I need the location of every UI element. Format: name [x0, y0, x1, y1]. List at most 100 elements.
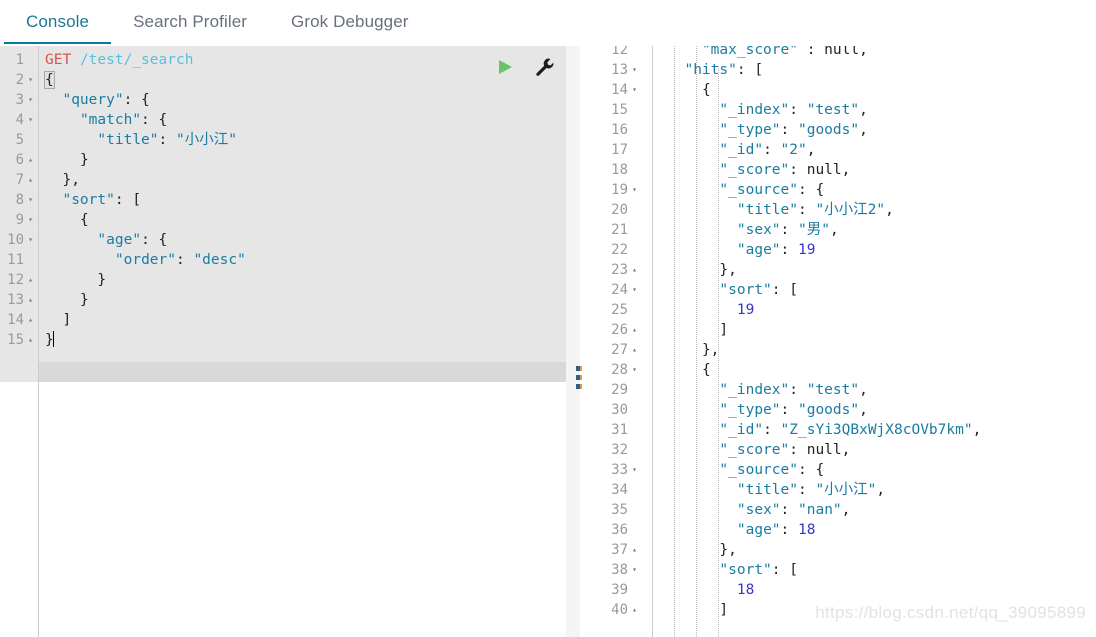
code-line[interactable]: 15 ▴}	[0, 330, 246, 350]
fold-toggle-icon[interactable]: ▾	[24, 230, 37, 250]
fold-toggle-icon[interactable]: ▾	[628, 60, 641, 80]
request-editor-actions	[492, 54, 558, 80]
code-line[interactable]: 27 ▴ },	[596, 340, 981, 360]
code-line[interactable]: 28 ▾ {	[596, 360, 981, 380]
code-line[interactable]: 13 ▴ }	[0, 290, 246, 310]
code-line[interactable]: 30 "_type": "goods",	[596, 400, 981, 420]
code-line[interactable]: 22 "age": 19	[596, 240, 981, 260]
fold-toggle-icon[interactable]: ▾	[628, 360, 641, 380]
line-number: 18	[611, 162, 628, 178]
fold-toggle-icon[interactable]: ▾	[628, 560, 641, 580]
code-line[interactable]: 23 ▴ },	[596, 260, 981, 280]
code-line[interactable]: 33 ▾ "_source": {	[596, 460, 981, 480]
code-line[interactable]: 12 ▴ }	[0, 270, 246, 290]
code-line[interactable]: 7 ▴ },	[0, 170, 246, 190]
line-number: 1	[15, 52, 24, 68]
code-line[interactable]: 8 ▾ "sort": [	[0, 190, 246, 210]
code-text: "sort": [	[62, 192, 142, 208]
line-number: 9	[15, 212, 24, 228]
splitter-drag-handle-icon[interactable]	[576, 366, 586, 389]
fold-toggle-icon[interactable]: ▾	[24, 110, 37, 130]
response-editor[interactable]: 12 "max_score" : null, 13 ▾ "hits": [14 ▾ {…	[596, 46, 1096, 637]
fold-toggle-icon[interactable]: ▾	[628, 280, 641, 300]
line-number: 32	[611, 442, 628, 458]
fold-toggle-icon[interactable]: ▾	[24, 210, 37, 230]
code-line[interactable]: 21 "sex": "男",	[596, 220, 981, 240]
code-line[interactable]: 17 "_id": "2",	[596, 140, 981, 160]
fold-toggle-icon[interactable]: ▴	[24, 150, 37, 170]
fold-toggle-icon[interactable]: ▴	[628, 260, 641, 280]
code-line[interactable]: 31 "_id": "Z_sYi3QBxWjX8cOVb7km",	[596, 420, 981, 440]
code-line[interactable]: 25 19	[596, 300, 981, 320]
code-line[interactable]: 12 "max_score" : null,	[596, 46, 981, 60]
code-line[interactable]: 19 ▾ "_source": {	[596, 180, 981, 200]
code-line[interactable]: 14 ▾ {	[596, 80, 981, 100]
line-number: 11	[7, 252, 24, 268]
code-line[interactable]: 29 "_index": "test",	[596, 380, 981, 400]
code-line[interactable]: 14 ▴ ]	[0, 310, 246, 330]
tab-bar: Console Search Profiler Grok Debugger	[0, 0, 1096, 46]
fold-toggle-icon[interactable]: ▾	[24, 190, 37, 210]
code-line[interactable]: 9 ▾ {	[0, 210, 246, 230]
code-line[interactable]: 15 "_index": "test",	[596, 100, 981, 120]
code-text: "_id": "Z_sYi3QBxWjX8cOVb7km",	[719, 422, 982, 438]
panel-splitter[interactable]	[566, 46, 596, 637]
line-number: 27	[611, 342, 628, 358]
code-line[interactable]: 5 "title": "小小江"	[0, 130, 246, 150]
code-line[interactable]: 6 ▴ }	[0, 150, 246, 170]
line-number: 31	[611, 422, 628, 438]
code-line[interactable]: 32 "_score": null,	[596, 440, 981, 460]
wrench-icon[interactable]	[532, 54, 558, 80]
line-number: 29	[611, 382, 628, 398]
code-line[interactable]: 13 ▾ "hits": [	[596, 60, 981, 80]
code-text: "sort": [	[719, 562, 798, 578]
request-editor-active-line	[38, 362, 566, 382]
tab-grok-debugger[interactable]: Grok Debugger	[269, 0, 431, 44]
line-number: 33	[611, 462, 628, 478]
code-line[interactable]: 39 18	[596, 580, 981, 600]
code-line[interactable]: 11 "order": "desc"	[0, 250, 246, 270]
fold-toggle-icon[interactable]: ▾	[24, 70, 37, 90]
code-line[interactable]: 34 "title": "小小江",	[596, 480, 981, 500]
response-editor-lines[interactable]: 12 "max_score" : null, 13 ▾ "hits": [14 ▾ {…	[596, 46, 981, 620]
fold-toggle-icon[interactable]: ▴	[628, 320, 641, 340]
code-text: "_source": {	[719, 462, 825, 478]
code-line[interactable]: 20 "title": "小小江2",	[596, 200, 981, 220]
request-editor-lines[interactable]: 1 GET /test/_search 2 ▾{3 ▾ "query": {4 ▾ "ma…	[0, 46, 246, 350]
fold-toggle-icon[interactable]: ▾	[628, 460, 641, 480]
run-request-button[interactable]	[492, 54, 518, 80]
code-line[interactable]: 16 "_type": "goods",	[596, 120, 981, 140]
fold-toggle-icon[interactable]: ▴	[24, 290, 37, 310]
code-line[interactable]: 18 "_score": null,	[596, 160, 981, 180]
code-line[interactable]: 36 "age": 18	[596, 520, 981, 540]
tab-console[interactable]: Console	[4, 0, 112, 44]
code-line[interactable]: 4 ▾ "match": {	[0, 110, 246, 130]
fold-toggle-icon[interactable]: ▾	[628, 80, 641, 100]
line-number: 3	[15, 92, 24, 108]
code-line[interactable]: 35 "sex": "nan",	[596, 500, 981, 520]
code-text: ]	[719, 322, 729, 338]
code-line[interactable]: 2 ▾ {	[0, 70, 246, 90]
code-line[interactable]: 40 ▴ ]	[596, 600, 981, 620]
fold-toggle-icon[interactable]: ▴	[628, 340, 641, 360]
code-line[interactable]: 38 ▾ "sort": [	[596, 560, 981, 580]
request-editor[interactable]: 1 GET /test/_search 2 ▾{3 ▾ "query": {4 ▾ "ma…	[0, 46, 566, 637]
code-line[interactable]: 26 ▴ ]	[596, 320, 981, 340]
code-line[interactable]: 3 ▾ "query": {	[0, 90, 246, 110]
fold-toggle-icon[interactable]: ▴	[24, 170, 37, 190]
fold-toggle-icon[interactable]: ▴	[24, 310, 37, 330]
code-line[interactable]: 37 ▴ },	[596, 540, 981, 560]
code-line[interactable]: 1 GET /test/_search	[0, 50, 246, 70]
line-number: 24	[611, 282, 628, 298]
code-line[interactable]: 24 ▾ "sort": [	[596, 280, 981, 300]
fold-toggle-icon[interactable]: ▴	[24, 270, 37, 290]
fold-toggle-icon[interactable]: ▴	[628, 600, 641, 620]
code-line[interactable]: 10 ▾ "age": {	[0, 230, 246, 250]
line-number: 13	[7, 292, 24, 308]
fold-toggle-icon[interactable]: ▴	[24, 330, 37, 350]
fold-toggle-icon[interactable]: ▴	[628, 540, 641, 560]
fold-toggle-icon[interactable]: ▾	[628, 180, 641, 200]
tab-search-profiler[interactable]: Search Profiler	[111, 0, 269, 44]
splitter-strip	[566, 46, 580, 637]
fold-toggle-icon[interactable]: ▾	[24, 90, 37, 110]
